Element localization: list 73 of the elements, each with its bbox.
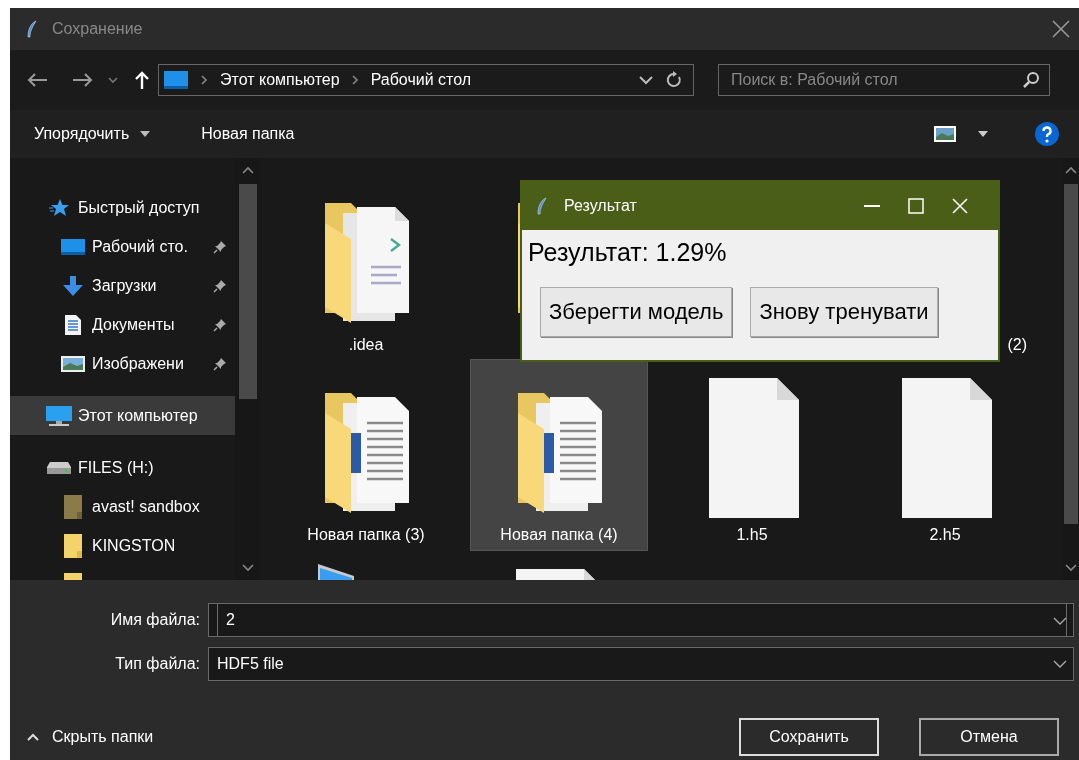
breadcrumb-item[interactable]: Этот компьютер xyxy=(220,71,340,89)
dialog-button[interactable]: Зберегти модель xyxy=(540,287,733,337)
hide-folders-link[interactable]: Скрыть папки xyxy=(52,728,154,746)
star-icon xyxy=(49,198,69,217)
file-name: Новая папка (3) xyxy=(307,526,425,544)
cancel-button[interactable]: Отмена xyxy=(919,718,1059,756)
scroll-up-icon[interactable] xyxy=(241,166,254,174)
save-button[interactable]: Сохранить xyxy=(739,718,879,756)
chevron-right-icon[interactable] xyxy=(351,75,359,85)
maximize-icon[interactable] xyxy=(908,198,924,214)
result-text: Результат: 1.29% xyxy=(527,237,728,267)
chevron-down-icon[interactable] xyxy=(108,76,118,84)
caret-icon[interactable] xyxy=(977,130,989,138)
back-arrow-icon[interactable] xyxy=(26,72,48,88)
folder-icon xyxy=(63,493,83,520)
feather-icon xyxy=(536,197,548,215)
folder-icon xyxy=(63,532,83,559)
organize-button[interactable]: Упорядочить xyxy=(32,121,132,147)
file-type-dropdown[interactable]: HDF5 file xyxy=(208,647,1074,681)
file-name: .idea xyxy=(348,336,384,354)
sidebar-item[interactable]: FILES (H:) xyxy=(10,448,235,487)
scroll-down-icon[interactable] xyxy=(241,564,254,572)
file-name: 2.h5 xyxy=(929,526,961,544)
field-label: Имя файла: xyxy=(109,611,200,629)
help-icon[interactable] xyxy=(1035,122,1059,146)
sidebar-item[interactable]: Этот компьютер xyxy=(10,396,235,435)
search-field[interactable]: Поиск в: Рабочий стол xyxy=(718,64,1050,96)
breadcrumb-item[interactable]: Рабочий стол xyxy=(370,71,472,89)
sidebar-item[interactable]: Загрузки xyxy=(10,266,235,305)
chevron-up-icon[interactable] xyxy=(26,732,40,742)
scroll-thumb[interactable] xyxy=(1063,184,1078,524)
window-title: Результат xyxy=(564,197,637,215)
forward-arrow-icon[interactable] xyxy=(72,72,94,88)
close-icon[interactable] xyxy=(1051,19,1071,39)
sidebar-item[interactable]: Быстрый доступ xyxy=(10,188,235,227)
window-title: Сохранение xyxy=(52,20,144,38)
file-item[interactable]: 2.h5 xyxy=(857,360,1033,550)
scroll-thumb[interactable] xyxy=(238,184,257,399)
sidebar-item[interactable]: Документы xyxy=(10,305,235,344)
view-icon[interactable] xyxy=(933,125,957,143)
file-name: 1.h5 xyxy=(736,526,768,544)
picture-icon xyxy=(60,354,86,373)
file-name-field[interactable]: 2 xyxy=(217,603,1067,637)
desktop-icon xyxy=(60,237,86,256)
caret-icon[interactable] xyxy=(139,130,152,138)
monitor-icon xyxy=(45,404,73,427)
download-icon xyxy=(62,274,84,297)
file-item[interactable]: 1.h5 xyxy=(664,360,840,550)
chevron-right-icon[interactable] xyxy=(201,75,208,85)
desktop-icon xyxy=(163,70,189,90)
sidebar-item[interactable]: Рабочий сто. xyxy=(10,227,235,266)
file-name: Новая папка (4) xyxy=(500,526,618,544)
dialog-button[interactable]: Знову тренувати xyxy=(750,287,938,337)
chevron-down-icon[interactable] xyxy=(639,75,653,85)
field-label: Тип файла: xyxy=(114,655,200,673)
new-folder-button[interactable]: Новая папка xyxy=(199,121,297,147)
document-icon xyxy=(64,313,82,336)
address-bar[interactable]: Этот компьютер Рабочий стол xyxy=(158,64,694,96)
refresh-icon[interactable] xyxy=(665,70,683,90)
sidebar-item[interactable]: avast! sandbox xyxy=(10,487,235,526)
sidebar-item[interactable]: Изображени xyxy=(10,344,235,383)
up-arrow-icon[interactable] xyxy=(134,70,150,90)
chevron-down-icon[interactable] xyxy=(1053,659,1067,669)
drive-icon xyxy=(46,460,72,475)
scroll-up-icon[interactable] xyxy=(1064,166,1077,174)
search-icon xyxy=(1022,71,1040,89)
sidebar-item[interactable]: KINGSTON xyxy=(10,526,235,565)
feather-icon xyxy=(26,20,38,38)
file-item[interactable]: Новая папка (3) xyxy=(278,360,454,550)
chevron-down-icon[interactable] xyxy=(1053,616,1067,626)
scroll-down-icon[interactable] xyxy=(1064,564,1077,572)
file-item[interactable]: .idea xyxy=(278,170,454,360)
file-item[interactable]: Новая папка (4) xyxy=(471,360,647,550)
